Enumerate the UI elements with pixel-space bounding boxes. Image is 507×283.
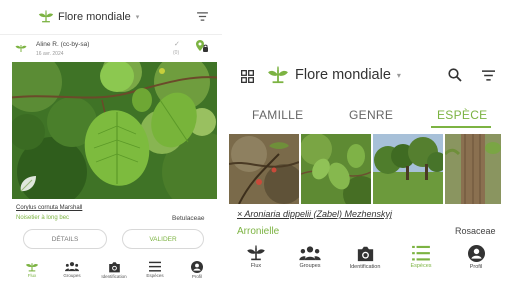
nav-label: Groupes	[63, 273, 81, 278]
plant-small-icon	[15, 43, 27, 53]
flora-selector[interactable]: Flore mondiale ▾	[38, 10, 139, 23]
species-photo[interactable]	[301, 134, 371, 204]
top-app-bar: Flore mondiale ▾	[0, 0, 222, 34]
plant-logo-icon	[267, 66, 289, 84]
species-photo[interactable]	[445, 134, 501, 204]
nav-item-identification[interactable]: Identification	[338, 245, 392, 270]
observation-date: 16 avr. 2024	[36, 51, 64, 57]
plant-icon	[13, 261, 51, 272]
observation-author[interactable]: Aline R. (cc-by-sa)	[36, 41, 89, 48]
nav-item-identification[interactable]: Identification	[95, 261, 133, 279]
observation-common-name: Noisetier à long bec	[16, 215, 70, 221]
right-screen: Flore mondiale ▾ FAMILLE GENRE ESPÈCE × …	[229, 60, 507, 283]
observation-header: Aline R. (cc-by-sa) 16 avr. 2024 ✓ (0)	[0, 34, 222, 62]
nav-label: Profil	[191, 274, 203, 279]
observation-photo[interactable]	[12, 62, 217, 199]
species-photo[interactable]	[373, 134, 443, 204]
nav-item-especes[interactable]: Espèces	[394, 245, 448, 269]
leaf-organ-icon	[18, 175, 38, 193]
taxon-tabs: FAMILLE GENRE ESPÈCE	[229, 104, 507, 128]
bottom-navigation: Flux Groupes Identification Espèces Prof…	[0, 258, 222, 283]
tab-espece[interactable]: ESPÈCE	[437, 108, 488, 122]
list-icon	[136, 261, 174, 272]
profile-icon	[449, 245, 503, 262]
groups-icon	[53, 261, 91, 272]
camera-icon	[95, 261, 133, 273]
bottom-navigation: Flux Groupes Identification Espèces Prof…	[229, 243, 507, 283]
flora-title: Flore mondiale	[58, 10, 131, 23]
chevron-down-icon: ▾	[396, 70, 401, 80]
groups-icon	[283, 245, 337, 261]
nav-label: Flux	[250, 263, 262, 269]
grid-view-icon[interactable]	[241, 70, 254, 83]
plant-icon	[229, 245, 283, 261]
plant-logo-icon	[38, 10, 54, 23]
left-screen: Flore mondiale ▾ Aline R. (cc-by-sa) 16 …	[0, 0, 222, 283]
filter-icon[interactable]	[482, 70, 495, 81]
validate-button[interactable]: VALIDER	[122, 229, 204, 249]
nav-label: Groupes	[299, 263, 321, 269]
location-lock-icon[interactable]	[195, 39, 209, 53]
details-button[interactable]: DÉTAILS	[23, 229, 107, 249]
nav-item-flux[interactable]: Flux	[13, 261, 51, 278]
check-icon: ✓	[174, 41, 180, 48]
nav-label: Flux	[27, 273, 37, 278]
chevron-down-icon: ▾	[135, 13, 140, 21]
nav-item-groupes[interactable]: Groupes	[53, 261, 91, 278]
nav-item-especes[interactable]: Espèces	[136, 261, 174, 278]
nav-item-groupes[interactable]: Groupes	[283, 245, 337, 269]
nav-label: Espèces	[410, 263, 432, 269]
species-family: Rosaceae	[455, 226, 496, 236]
flora-selector[interactable]: Flore mondiale ▾	[267, 66, 401, 84]
nav-item-profil[interactable]: Profil	[449, 245, 503, 270]
flora-title: Flore mondiale	[295, 67, 391, 83]
validation-count: (0)	[173, 50, 180, 56]
list-icon	[394, 245, 448, 261]
active-tab-indicator	[431, 126, 491, 128]
species-photo[interactable]	[229, 134, 299, 204]
species-common-name: Arronielle	[237, 226, 280, 237]
tab-famille[interactable]: FAMILLE	[252, 108, 303, 122]
nav-label: Identification	[349, 264, 381, 270]
nav-label: Profil	[469, 264, 483, 270]
observation-scientific-name[interactable]: Corylus cornuta Marshall	[16, 205, 82, 211]
nav-item-profil[interactable]: Profil	[178, 261, 216, 279]
species-photo-strip	[229, 134, 507, 204]
camera-icon	[338, 245, 392, 262]
profile-icon	[178, 261, 216, 273]
nav-item-flux[interactable]: Flux	[229, 245, 283, 269]
observation-family: Betulaceae	[172, 215, 205, 222]
tab-genre[interactable]: GENRE	[349, 108, 393, 122]
search-icon[interactable]	[448, 68, 462, 82]
nav-label: Espèces	[146, 273, 164, 278]
filter-icon[interactable]	[197, 12, 208, 21]
nav-label: Identification	[101, 274, 127, 279]
species-scientific-name[interactable]: × Aroniaria dippelii (Zabel) Mezhenskyj	[237, 209, 392, 219]
